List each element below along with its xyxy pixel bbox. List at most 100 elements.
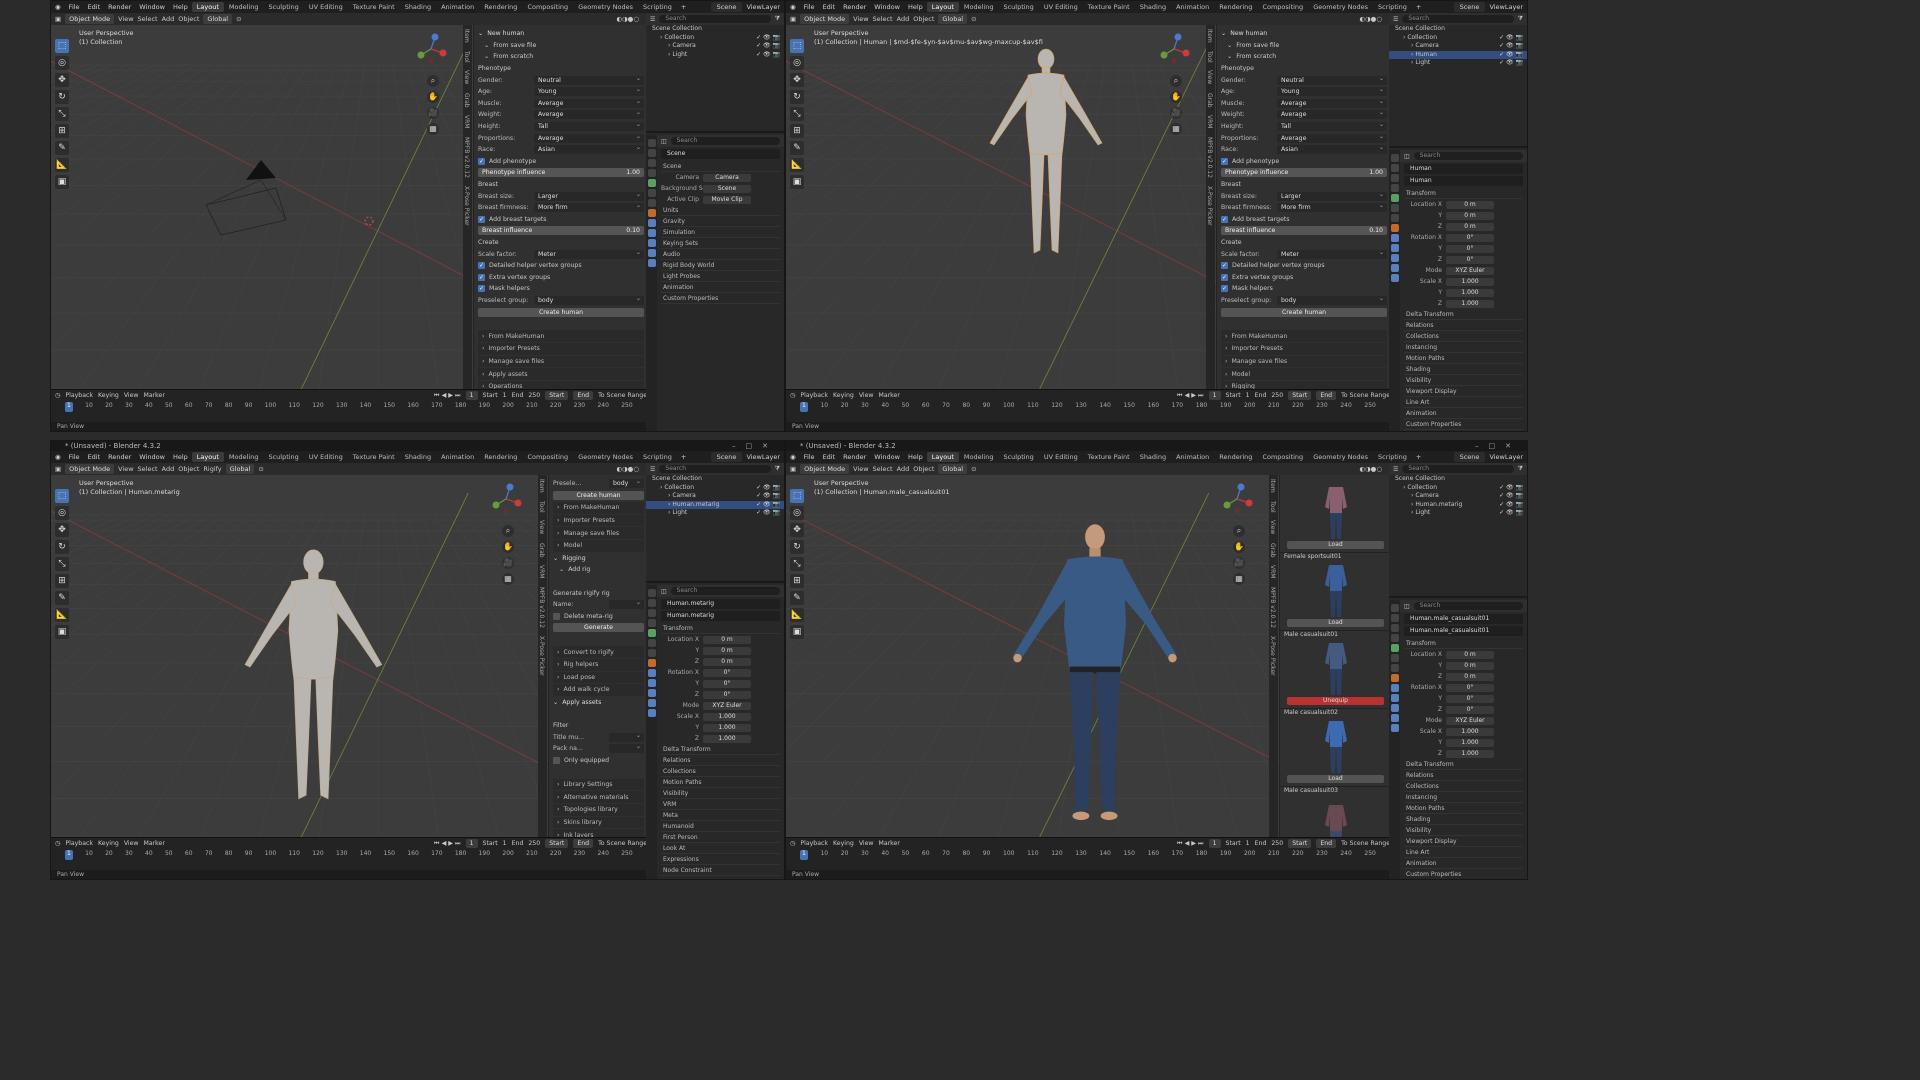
navigation-gizmo[interactable]: [413, 31, 449, 67]
phenotype-field-0-dropdown[interactable]: Neutral: [534, 74, 644, 85]
clock-icon[interactable]: ◷: [55, 392, 60, 399]
visibility-icon[interactable]: ✓ 👁 📷: [1499, 509, 1523, 518]
add-cube-icon[interactable]: ▣: [55, 175, 69, 189]
title-filter-field[interactable]: [609, 731, 644, 742]
timeline-playback-menu[interactable]: Playback: [65, 392, 93, 399]
add-cube-icon[interactable]: ▣: [790, 625, 804, 639]
workspace-tab-texture-paint[interactable]: Texture Paint: [348, 2, 400, 12]
transform-value[interactable]: 1.000: [1446, 288, 1494, 297]
editor-type-icon[interactable]: ▣: [790, 15, 796, 23]
section-2[interactable]: Collections: [1404, 781, 1523, 792]
start-button[interactable]: Start: [1288, 839, 1312, 848]
sidebar-tab-2[interactable]: View: [1206, 66, 1213, 88]
end-frame[interactable]: 250: [1271, 392, 1283, 399]
unequip-button[interactable]: Unequip: [1286, 697, 1385, 705]
transform-orientation-dropdown[interactable]: Global: [938, 14, 968, 24]
add-menu[interactable]: Add: [897, 15, 910, 23]
collection-tab-icon[interactable]: [1390, 664, 1399, 672]
workspace-tab-uv-editing[interactable]: UV Editing: [1039, 2, 1083, 12]
object-tab-icon[interactable]: [647, 659, 656, 667]
scene-tab-icon[interactable]: [647, 629, 656, 637]
add-cube-icon[interactable]: ▣: [55, 625, 69, 639]
new-human-header[interactable]: New human: [487, 30, 524, 37]
visibility-icon[interactable]: ✓ 👁 📷: [756, 501, 780, 510]
menu-render[interactable]: Render: [839, 453, 870, 461]
scene-section-7[interactable]: Animation: [661, 282, 780, 293]
asset-thumbnail[interactable]: [1306, 483, 1366, 541]
select-menu[interactable]: Select: [138, 15, 158, 23]
physics-tab-icon[interactable]: [1390, 254, 1399, 262]
menu-file[interactable]: File: [800, 3, 819, 11]
detailed-helper-checkbox[interactable]: ✓: [478, 262, 485, 270]
chevron-icon[interactable]: ›: [482, 358, 484, 365]
clock-icon[interactable]: ◷: [790, 392, 795, 399]
outliner[interactable]: ☰ Search ⧩ Scene Collection › Collection ✓ 👁 …: [1389, 463, 1527, 598]
shading-modes-icon[interactable]: ◐◑●○: [616, 465, 639, 473]
scene-section-4[interactable]: Audio: [661, 249, 780, 260]
properties-search[interactable]: Search: [670, 587, 780, 595]
chevron-icon[interactable]: ›: [1225, 371, 1227, 378]
physics-tab-icon[interactable]: [647, 689, 656, 697]
vrm-item-3[interactable]: Look At: [661, 843, 780, 854]
modifiers-tab-icon[interactable]: [1390, 684, 1399, 692]
light-row[interactable]: › Light ✓ 👁 📷: [1389, 509, 1527, 518]
view-layer-tab-icon[interactable]: [1390, 634, 1399, 642]
start-button[interactable]: Start: [1288, 391, 1312, 400]
data-tab-icon[interactable]: [1390, 724, 1399, 732]
transform-value[interactable]: 0 m: [1446, 222, 1494, 231]
annotate-icon[interactable]: ✎: [790, 141, 804, 155]
scene-collection-row[interactable]: Scene Collection: [646, 475, 784, 484]
workspace-tab-animation[interactable]: Animation: [1171, 452, 1214, 462]
visibility-icon[interactable]: ✓ 👁 📷: [1499, 484, 1523, 493]
importer-presets[interactable]: Importer Presets: [1231, 345, 1282, 352]
phenotype-field-6-dropdown[interactable]: Asian: [534, 143, 644, 155]
workspace-tab-rendering[interactable]: Rendering: [1214, 2, 1257, 12]
outliner-search[interactable]: Search: [659, 465, 771, 473]
sidebar-tab-0[interactable]: Item: [1206, 25, 1213, 47]
scene-section-1[interactable]: Gravity: [661, 216, 780, 227]
sidebar-tab-1[interactable]: Tool: [463, 47, 470, 67]
section-6[interactable]: Visibility: [1404, 375, 1523, 386]
modifiers-tab-icon[interactable]: [647, 669, 656, 677]
chevron-icon[interactable]: ›: [557, 517, 559, 524]
visibility-icon[interactable]: ✓ 👁 📷: [1499, 34, 1523, 43]
workspace-tab-compositing[interactable]: Compositing: [1257, 2, 1308, 12]
workspace-tab-uv-editing[interactable]: UV Editing: [1039, 452, 1083, 462]
section-1[interactable]: Relations: [1404, 770, 1523, 781]
phenotype-field-3-dropdown[interactable]: Average: [1277, 108, 1387, 120]
constraints-tab-icon[interactable]: [647, 249, 656, 257]
playback-controls-icon[interactable]: ⏮ ◀ ▶ ⏭: [1177, 840, 1204, 848]
vrm-item-4[interactable]: Expressions: [661, 854, 780, 865]
measure-icon[interactable]: 📐: [790, 158, 804, 172]
phenotype-field-1-dropdown[interactable]: Young: [534, 85, 644, 97]
timeline-marker-menu[interactable]: Marker: [879, 840, 900, 847]
breast-size-dropdown[interactable]: Larger: [1277, 190, 1387, 201]
visibility-icon[interactable]: ✓ 👁 📷: [1499, 51, 1523, 60]
camera-view-icon[interactable]: 🎥: [1233, 557, 1245, 569]
start-frame[interactable]: 1: [1246, 392, 1250, 399]
visibility-icon[interactable]: ✓ 👁 📷: [756, 492, 780, 501]
snapping-icon[interactable]: ⊙: [236, 15, 241, 23]
breast-size-dropdown[interactable]: Larger: [534, 190, 644, 201]
chevron-icon[interactable]: ⌄: [553, 699, 558, 706]
section-5[interactable]: Shading: [1404, 364, 1523, 375]
section-1[interactable]: Relations: [661, 755, 780, 766]
properties-search[interactable]: Search: [1413, 602, 1523, 610]
library-section-2[interactable]: Topologies library: [563, 806, 617, 813]
workspace-tab-compositing[interactable]: Compositing: [522, 2, 573, 12]
outliner-type-icon[interactable]: ☰: [650, 16, 655, 23]
mode-dropdown[interactable]: Object Mode: [800, 14, 850, 24]
camera-row[interactable]: › Camera ✓ 👁 📷: [1389, 492, 1527, 501]
workspace-tab-modeling[interactable]: Modeling: [224, 2, 264, 12]
add-menu[interactable]: Add: [162, 465, 175, 473]
scale-icon[interactable]: ⤡: [790, 557, 804, 571]
timeline-playback-menu[interactable]: Playback: [65, 840, 93, 847]
blender-logo-icon[interactable]: ◉: [786, 453, 800, 461]
vrm-item-2[interactable]: First Person: [661, 832, 780, 843]
view-layer-tab-icon[interactable]: [1390, 184, 1399, 192]
visibility-icon[interactable]: ✓ 👁 📷: [756, 34, 780, 43]
scene-section-8[interactable]: Custom Properties: [661, 293, 780, 304]
end-frame[interactable]: 250: [528, 840, 540, 847]
playback-controls-icon[interactable]: ⏮ ◀ ▶ ⏭: [434, 840, 461, 848]
library-section-1[interactable]: Alternative materials: [563, 794, 628, 801]
